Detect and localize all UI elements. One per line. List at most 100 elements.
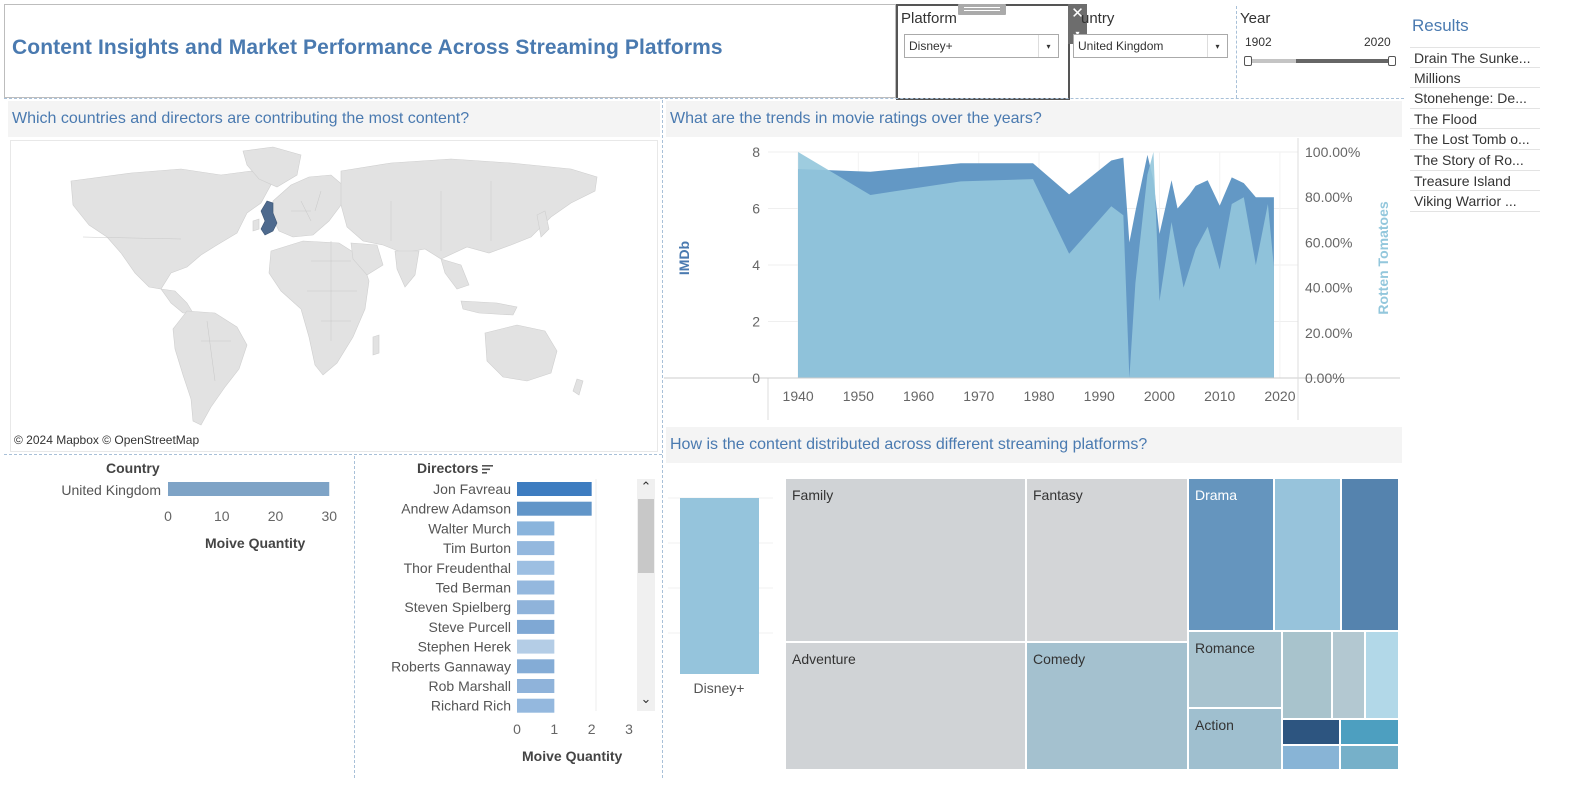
scrollbar-thumb[interactable] bbox=[638, 499, 654, 573]
rt-axis-tick: 60.00% bbox=[1305, 234, 1352, 250]
dashboard-title: Content Insights and Market Performance … bbox=[12, 36, 723, 59]
result-item[interactable]: The Flood bbox=[1410, 109, 1540, 130]
sort-icon[interactable] bbox=[482, 464, 494, 474]
distribution-section-title: How is the content distributed across di… bbox=[666, 427, 1402, 463]
results-title: Results bbox=[1412, 16, 1469, 35]
imdb-axis-tick: 2 bbox=[752, 314, 760, 330]
treemap-cell[interactable] bbox=[1282, 631, 1332, 719]
directors-axis-tick: 2 bbox=[588, 721, 596, 737]
directors-scrollbar[interactable]: ⌃ ⌄ bbox=[637, 479, 655, 711]
treemap-cell[interactable] bbox=[1340, 719, 1399, 745]
year-slider-min-handle[interactable] bbox=[1244, 56, 1252, 66]
land-europe bbox=[272, 174, 346, 238]
result-item[interactable]: The Story of Ro... bbox=[1410, 150, 1540, 171]
world-map[interactable] bbox=[10, 140, 658, 452]
rt-axis-title: Rotten Tomatoes bbox=[1375, 201, 1391, 315]
platform-dropdown[interactable]: Disney+ ▾ bbox=[904, 34, 1059, 58]
treemap-cell-comedy[interactable]: Comedy bbox=[1026, 642, 1188, 770]
country-bar[interactable] bbox=[168, 482, 330, 496]
ireland-shape bbox=[252, 218, 260, 232]
directors-chart-header: Directors bbox=[417, 460, 494, 476]
director-label: Steven Spielberg bbox=[404, 599, 511, 615]
treemap-label: Fantasy bbox=[1033, 487, 1083, 503]
land-north-america bbox=[70, 168, 274, 290]
year-filter-label: Year bbox=[1240, 10, 1271, 27]
director-bar[interactable] bbox=[517, 600, 555, 615]
rt-axis-tick: 0.00% bbox=[1305, 370, 1345, 386]
director-bar[interactable] bbox=[517, 541, 555, 556]
treemap-label: Family bbox=[792, 487, 834, 503]
treemap-cell-adventure[interactable]: Adventure bbox=[785, 642, 1026, 770]
platform-bar-label: Disney+ bbox=[694, 680, 745, 696]
director-bar[interactable] bbox=[517, 560, 555, 575]
director-bar[interactable] bbox=[517, 679, 555, 693]
imdb-axis-title: IMDb bbox=[676, 241, 692, 275]
treemap-cell[interactable] bbox=[1365, 631, 1399, 719]
director-bar[interactable] bbox=[517, 659, 555, 674]
treemap-cell[interactable] bbox=[1282, 745, 1340, 770]
land-new-zealand bbox=[572, 378, 584, 396]
result-item[interactable]: Stonehenge: De... bbox=[1410, 88, 1540, 109]
divider bbox=[1236, 6, 1237, 98]
platform-bar-chart[interactable]: Disney+ bbox=[668, 478, 778, 708]
divider bbox=[662, 100, 663, 778]
divider bbox=[4, 454, 662, 455]
result-item[interactable]: Treasure Island bbox=[1410, 171, 1540, 192]
directors-axis-tick: 3 bbox=[625, 721, 633, 737]
treemap-cell[interactable] bbox=[1340, 745, 1399, 770]
director-bar[interactable] bbox=[517, 639, 555, 654]
treemap-cell[interactable] bbox=[1332, 631, 1365, 719]
result-item[interactable]: The Lost Tomb o... bbox=[1410, 129, 1540, 150]
country-dropdown[interactable]: United Kingdom ▾ bbox=[1073, 34, 1228, 58]
director-label: Jon Favreau bbox=[433, 481, 511, 497]
treemap-cell[interactable] bbox=[1282, 719, 1340, 745]
country-selected-value: United Kingdom bbox=[1078, 39, 1164, 53]
rt-axis-tick: 100.00% bbox=[1305, 144, 1360, 160]
director-label: Steve Purcell bbox=[429, 619, 511, 635]
director-label: Roberts Gannaway bbox=[391, 658, 511, 674]
director-bar[interactable] bbox=[517, 501, 592, 516]
year-axis-tick: 2020 bbox=[1264, 388, 1295, 404]
platform-bar[interactable] bbox=[680, 498, 759, 674]
map-attribution: © 2024 Mapbox © OpenStreetMap bbox=[14, 433, 200, 447]
result-item[interactable]: Drain The Sunke... bbox=[1410, 47, 1540, 68]
treemap-cell-fantasy[interactable]: Fantasy bbox=[1026, 478, 1188, 642]
rt-axis-tick: 40.00% bbox=[1305, 280, 1352, 296]
genre-treemap: Family Fantasy Drama Adventure Comedy Ro… bbox=[785, 478, 1399, 770]
director-bar[interactable] bbox=[517, 580, 555, 595]
scroll-up-icon[interactable]: ⌃ bbox=[637, 479, 655, 497]
director-bar[interactable] bbox=[517, 482, 592, 496]
imdb-axis-tick: 0 bbox=[752, 370, 760, 386]
land-madagascar bbox=[372, 334, 380, 356]
treemap-cell-romance[interactable]: Romance bbox=[1188, 631, 1282, 708]
land-central-america bbox=[160, 288, 194, 314]
year-axis-tick: 1950 bbox=[843, 388, 874, 404]
year-slider-max-handle[interactable] bbox=[1388, 56, 1396, 66]
director-bar[interactable] bbox=[517, 698, 555, 713]
scroll-down-icon[interactable]: ⌄ bbox=[637, 693, 655, 711]
year-axis-tick: 1960 bbox=[903, 388, 934, 404]
land-indonesia bbox=[460, 300, 518, 316]
directors-axis-tick: 0 bbox=[513, 721, 521, 737]
director-label: Ted Berman bbox=[436, 580, 511, 596]
land-india bbox=[394, 250, 420, 288]
country-chart-xlabel: Moive Quantity bbox=[205, 535, 306, 551]
director-label: Tim Burton bbox=[443, 540, 511, 556]
world-map-svg bbox=[70, 146, 598, 426]
land-asia bbox=[340, 158, 598, 260]
director-bar[interactable] bbox=[517, 521, 555, 536]
treemap-label: Comedy bbox=[1033, 651, 1086, 667]
result-item[interactable]: Millions bbox=[1410, 68, 1540, 89]
director-label: Stephen Herek bbox=[418, 639, 512, 655]
treemap-cell[interactable] bbox=[1274, 478, 1341, 631]
treemap-cell[interactable] bbox=[1341, 478, 1399, 631]
treemap-cell-family[interactable]: Family bbox=[785, 478, 1026, 642]
treemap-cell-action[interactable]: Action bbox=[1188, 708, 1282, 770]
result-item[interactable]: Viking Warrior ... bbox=[1410, 191, 1540, 212]
rt-axis-tick: 20.00% bbox=[1305, 325, 1352, 341]
treemap-cell-drama[interactable]: Drama bbox=[1188, 478, 1274, 631]
ratings-area-chart[interactable]: 8 6 4 2 0 100.00% 80.00% 60.00% 40.00% 20.00% 0.00… bbox=[664, 138, 1404, 420]
drag-handle[interactable] bbox=[958, 4, 1006, 15]
imdb-axis-tick: 6 bbox=[752, 201, 760, 217]
director-bar[interactable] bbox=[517, 619, 555, 634]
